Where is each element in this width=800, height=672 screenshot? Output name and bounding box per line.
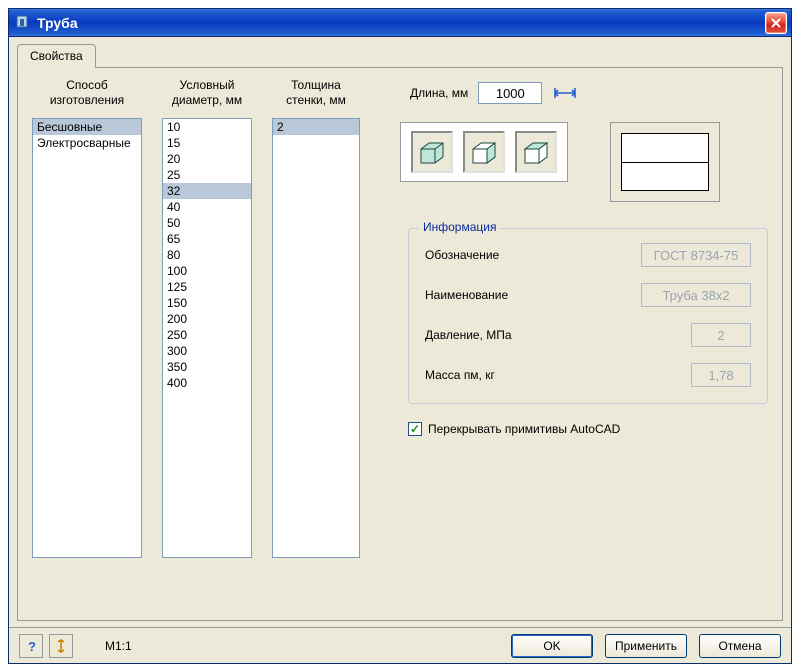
- pressure-value: 2: [691, 323, 751, 347]
- col-method-header: Способ изготовления: [32, 78, 142, 110]
- list-item[interactable]: 50: [163, 215, 251, 231]
- pressure-label: Давление, МПа: [425, 328, 512, 342]
- right-pane: Длина, мм: [380, 78, 768, 610]
- list-item[interactable]: 250: [163, 327, 251, 343]
- app-icon: [15, 13, 31, 32]
- list-item[interactable]: 25: [163, 167, 251, 183]
- overlap-label: Перекрывать примитивы AutoCAD: [428, 422, 620, 436]
- list-item[interactable]: 350: [163, 359, 251, 375]
- list-diameter[interactable]: 1015202532405065801001251502002503003504…: [162, 118, 252, 558]
- length-label: Длина, мм: [410, 86, 468, 100]
- view-group: [400, 122, 568, 182]
- ok-button[interactable]: OK: [511, 634, 593, 658]
- preview-box: [610, 122, 720, 202]
- list-item[interactable]: 65: [163, 231, 251, 247]
- help-button[interactable]: ?: [19, 634, 43, 658]
- list-item[interactable]: Бесшовные: [33, 119, 141, 135]
- tabpanel: Способ изготовления БесшовныеЭлектросвар…: [17, 67, 783, 621]
- cancel-button[interactable]: Отмена: [699, 634, 781, 658]
- close-button[interactable]: [765, 12, 787, 34]
- col-thickness-header: Толщина стенки, мм: [272, 78, 360, 110]
- preview-drawing: [621, 133, 709, 191]
- designation-label: Обозначение: [425, 248, 499, 262]
- list-item[interactable]: 40: [163, 199, 251, 215]
- list-item[interactable]: 80: [163, 247, 251, 263]
- info-legend: Информация: [419, 220, 500, 234]
- length-input[interactable]: [478, 82, 542, 104]
- dimension-icon: [552, 85, 578, 101]
- apply-button[interactable]: Применить: [605, 634, 687, 658]
- name-value: Труба 38x2: [641, 283, 751, 307]
- tabbar: Свойства: [17, 44, 783, 68]
- list-thickness[interactable]: 2: [272, 118, 360, 558]
- col-method: Способ изготовления БесшовныеЭлектросвар…: [32, 78, 142, 610]
- list-item[interactable]: 32: [163, 183, 251, 199]
- mass-value: 1,78: [691, 363, 751, 387]
- list-item[interactable]: 15: [163, 135, 251, 151]
- name-label: Наименование: [425, 288, 508, 302]
- col-thickness: Толщина стенки, мм 2: [272, 78, 360, 610]
- window: Труба Свойства Способ изготовления Бесшо…: [8, 8, 792, 664]
- view-front[interactable]: [411, 131, 453, 173]
- list-item[interactable]: 200: [163, 311, 251, 327]
- col-diameter-header: Условный диаметр, мм: [162, 78, 252, 110]
- col-diameter: Условный диаметр, мм 1015202532405065801…: [162, 78, 252, 610]
- list-item[interactable]: 150: [163, 295, 251, 311]
- list-method[interactable]: БесшовныеЭлектросварные: [32, 118, 142, 558]
- overlap-row[interactable]: ✓ Перекрывать примитивы AutoCAD: [408, 422, 768, 436]
- list-item[interactable]: 10: [163, 119, 251, 135]
- info-group: Информация Обозначение ГОСТ 8734-75 Наим…: [408, 228, 768, 404]
- overlap-checkbox[interactable]: ✓: [408, 422, 422, 436]
- svg-text:?: ?: [28, 639, 36, 653]
- mass-label: Масса пм, кг: [425, 368, 495, 382]
- list-item[interactable]: 20: [163, 151, 251, 167]
- body: Свойства Способ изготовления БесшовныеЭл…: [9, 37, 791, 627]
- view-row: [400, 122, 768, 202]
- list-item[interactable]: 2: [273, 119, 359, 135]
- list-item[interactable]: 300: [163, 343, 251, 359]
- view-top[interactable]: [515, 131, 557, 173]
- list-item[interactable]: 125: [163, 279, 251, 295]
- scale-label: M1:1: [105, 639, 132, 653]
- length-row: Длина, мм: [410, 82, 768, 104]
- tab-properties[interactable]: Свойства: [17, 44, 96, 68]
- list-item[interactable]: 400: [163, 375, 251, 391]
- list-item[interactable]: Электросварные: [33, 135, 141, 151]
- view-side[interactable]: [463, 131, 505, 173]
- window-title: Труба: [37, 15, 765, 31]
- titlebar[interactable]: Труба: [9, 9, 791, 37]
- designation-value: ГОСТ 8734-75: [641, 243, 751, 267]
- list-item[interactable]: 100: [163, 263, 251, 279]
- statusbar: ? M1:1 OK Применить Отмена: [9, 627, 791, 663]
- measure-button[interactable]: [49, 634, 73, 658]
